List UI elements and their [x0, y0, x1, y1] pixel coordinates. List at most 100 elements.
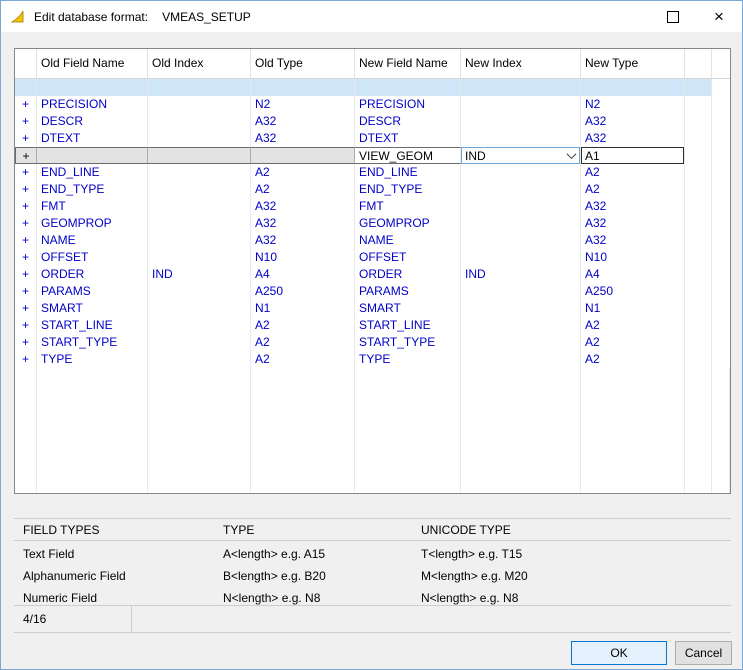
cell-old-name: PRECISION [37, 96, 148, 113]
new-type-input[interactable] [581, 147, 684, 164]
grid-row-FMT[interactable]: +FMTA32FMTA32 [15, 198, 730, 215]
grid-row-VIEW_GEOM[interactable]: +VIEW_GEOMIND [15, 147, 730, 164]
chevron-down-icon[interactable] [563, 148, 579, 163]
cell-old-index [148, 96, 251, 113]
cell-old-index: IND [148, 266, 251, 283]
cell-old-type: N1 [251, 300, 355, 317]
cell-new-index [461, 215, 581, 232]
cell-new-name: SMART [355, 300, 461, 317]
grid-rows: +PRECISIONN2PRECISIONN2+DESCRA32DESCRA32… [15, 79, 730, 368]
legend-numeric-field: Numeric Field [23, 591, 97, 605]
grid-row-NAME[interactable]: +NAMEA32NAMEA32 [15, 232, 730, 249]
grid-row-OFFSET[interactable]: +OFFSETN10OFFSETN10 [15, 249, 730, 266]
empty-cell [712, 368, 730, 493]
header-old-type[interactable]: Old Type [251, 49, 355, 78]
grid-row-selected[interactable] [15, 79, 730, 96]
cell-old-name: TYPE [37, 351, 148, 368]
cell-old-name [37, 147, 148, 164]
cell-new-name: PRECISION [355, 96, 461, 113]
empty-cell [148, 368, 251, 493]
cell-old-index [148, 113, 251, 130]
cell-new-name: END_TYPE [355, 181, 461, 198]
header-old-field-name[interactable]: Old Field Name [37, 49, 148, 78]
cell-new-index [461, 113, 581, 130]
cell-old-name: ORDER [37, 266, 148, 283]
empty-cell [37, 368, 148, 493]
new-index-value: IND [462, 149, 563, 163]
legend-header-unicode-type: UNICODE TYPE [421, 523, 511, 537]
cell-filler [685, 266, 712, 283]
cell-old-type: A32 [251, 232, 355, 249]
cell-filler-end [712, 164, 730, 181]
cell-old-name: END_TYPE [37, 181, 148, 198]
grid-row-PARAMS[interactable]: +PARAMSA250PARAMSA250 [15, 283, 730, 300]
cell-filler-end [712, 249, 730, 266]
cell-filler-end [712, 147, 730, 164]
cell-old-type: A4 [251, 266, 355, 283]
cell-filler-end [712, 181, 730, 198]
cell-old-index [148, 198, 251, 215]
cell-new-type: N10 [581, 249, 685, 266]
cell-plus: + [15, 215, 37, 232]
cell-old-index [148, 351, 251, 368]
maximize-button[interactable] [650, 1, 696, 32]
grid-row-START_LINE[interactable]: +START_LINEA2START_LINEA2 [15, 317, 730, 334]
cell-filler-end [712, 215, 730, 232]
cell-new-type: A2 [581, 181, 685, 198]
close-icon: × [714, 8, 724, 25]
cell-old-type [251, 79, 355, 96]
header-old-index[interactable]: Old Index [148, 49, 251, 78]
grid-row-END_TYPE[interactable]: +END_TYPEA2END_TYPEA2 [15, 181, 730, 198]
cell-old-index [148, 215, 251, 232]
status-divider-top [14, 605, 731, 606]
cell-old-type: A2 [251, 317, 355, 334]
cell-filler-end [712, 317, 730, 334]
grid-row-ORDER[interactable]: +ORDERINDA4ORDERINDA4 [15, 266, 730, 283]
cell-filler [685, 232, 712, 249]
cell-old-name: DTEXT [37, 130, 148, 147]
cell-new-index [461, 79, 581, 96]
grid-row-SMART[interactable]: +SMARTN1SMARTN1 [15, 300, 730, 317]
grid-row-TYPE[interactable]: +TYPEA2TYPEA2 [15, 351, 730, 368]
cell-filler-end [712, 266, 730, 283]
cell-new-type: A32 [581, 215, 685, 232]
cell-old-name [37, 79, 148, 96]
header-new-field-name[interactable]: New Field Name [355, 49, 461, 78]
titlebar: Edit database format: VMEAS_SETUP × [1, 1, 742, 32]
legend-text-field: Text Field [23, 547, 74, 561]
grid-row-START_TYPE[interactable]: +START_TYPEA2START_TYPEA2 [15, 334, 730, 351]
grid-row-PRECISION[interactable]: +PRECISIONN2PRECISIONN2 [15, 96, 730, 113]
cell-old-type: A32 [251, 215, 355, 232]
ok-button[interactable]: OK [571, 641, 667, 665]
cell-old-name: PARAMS [37, 283, 148, 300]
window-title-value: VMEAS_SETUP [162, 10, 251, 24]
cell-plus: + [15, 147, 37, 164]
cell-filler [685, 300, 712, 317]
field-mapping-grid: Old Field Name Old Index Old Type New Fi… [14, 48, 731, 494]
cell-new-type: A4 [581, 266, 685, 283]
close-button[interactable]: × [696, 1, 742, 32]
cell-old-type: A2 [251, 164, 355, 181]
cell-filler [685, 96, 712, 113]
cell-filler [685, 147, 712, 164]
cell-old-index [148, 147, 251, 164]
record-counter: 4/16 [23, 612, 46, 626]
cell-filler-end [712, 283, 730, 300]
cell-new-type: A32 [581, 198, 685, 215]
cell-new-index [461, 130, 581, 147]
cell-new-name: TYPE [355, 351, 461, 368]
cell-filler-end [712, 79, 730, 96]
grid-row-END_LINE[interactable]: +END_LINEA2END_LINEA2 [15, 164, 730, 181]
cell-filler [685, 130, 712, 147]
cell-old-index [148, 79, 251, 96]
cell-new-type: A2 [581, 317, 685, 334]
grid-row-DESCR[interactable]: +DESCRA32DESCRA32 [15, 113, 730, 130]
grid-row-GEOMPROP[interactable]: +GEOMPROPA32GEOMPROPA32 [15, 215, 730, 232]
new-index-combobox[interactable]: IND [461, 147, 580, 164]
cell-filler-end [712, 300, 730, 317]
cancel-button[interactable]: Cancel [675, 641, 732, 665]
grid-row-DTEXT[interactable]: +DTEXTA32DTEXTA32 [15, 130, 730, 147]
cell-filler-end [712, 232, 730, 249]
header-new-index[interactable]: New Index [461, 49, 581, 78]
header-new-type[interactable]: New Type [581, 49, 685, 78]
